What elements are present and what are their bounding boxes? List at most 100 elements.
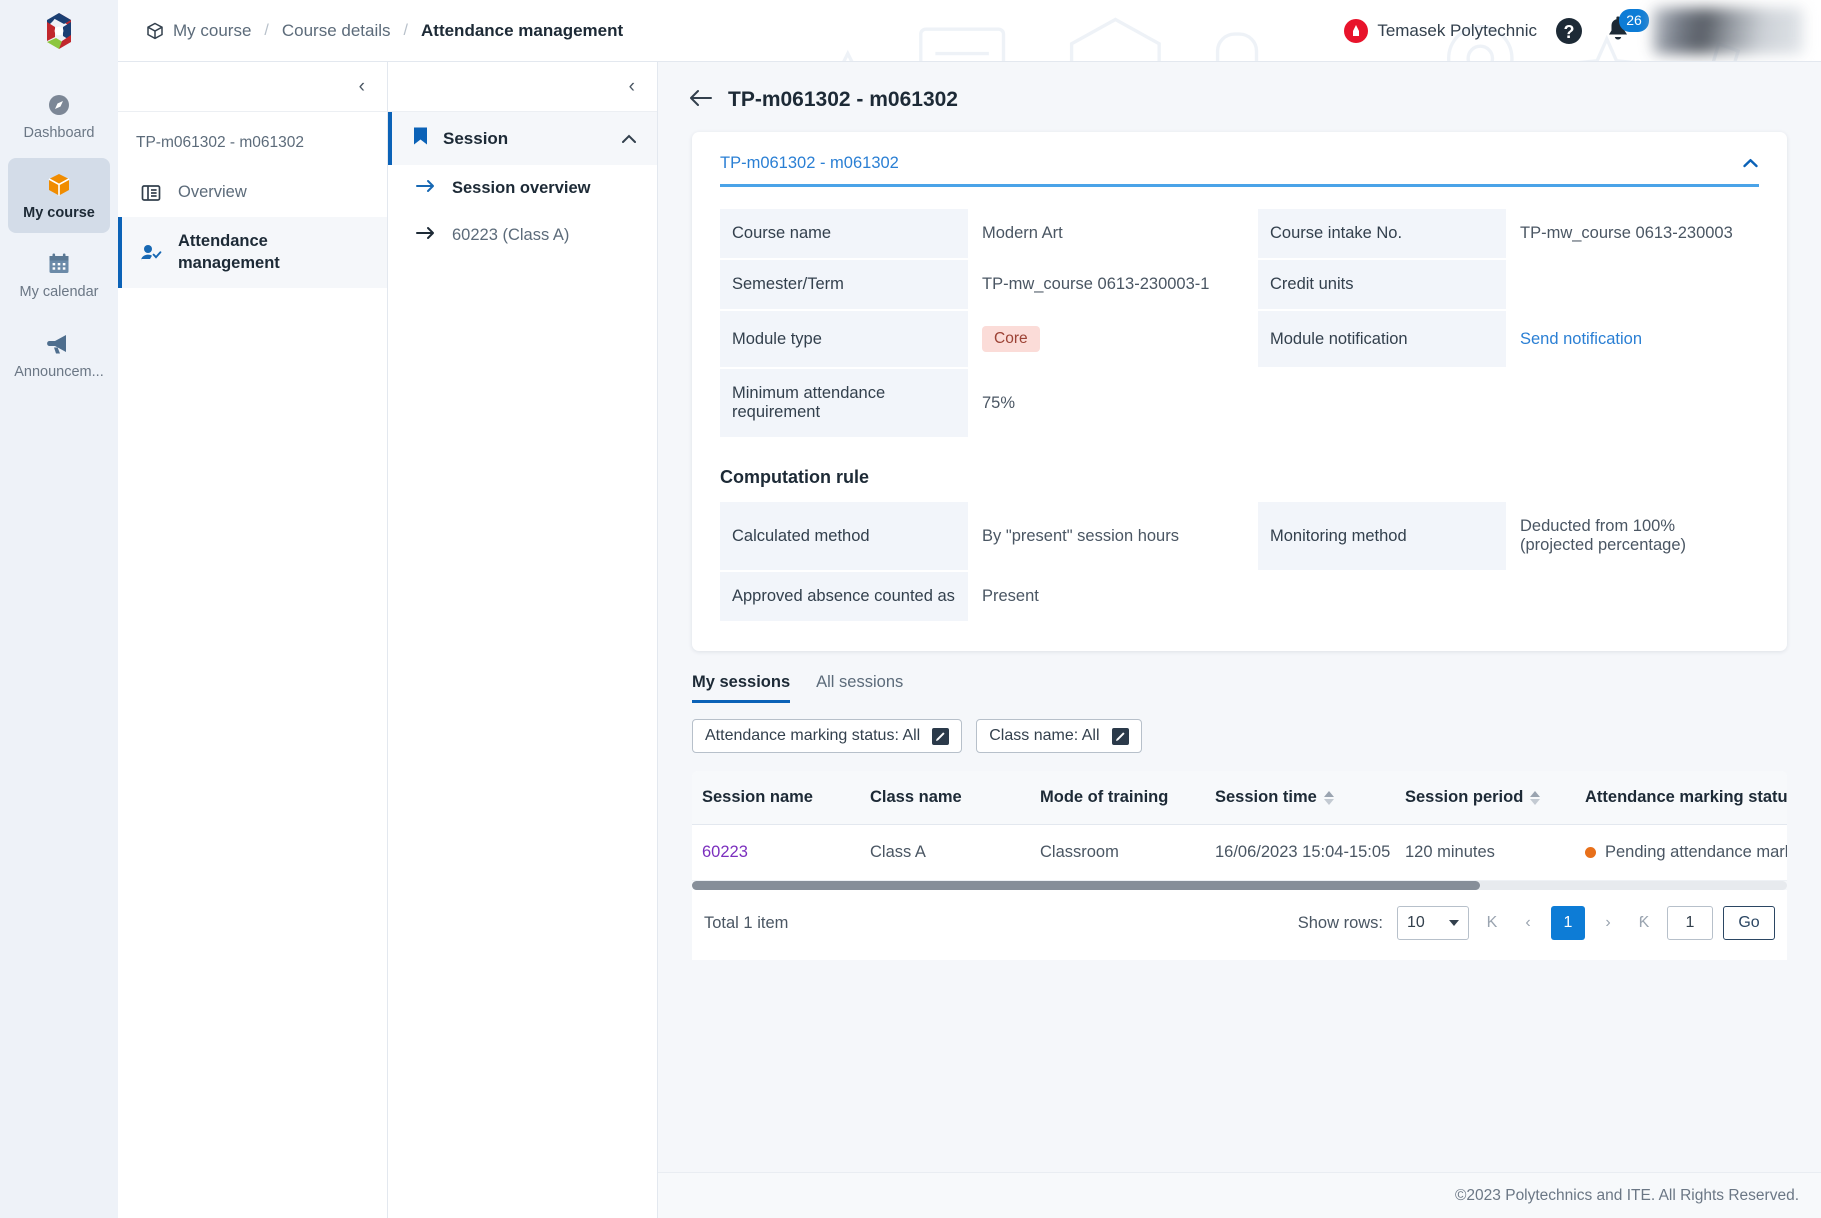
course-detail-grid: Course name Modern Art Course intake No.… (720, 209, 1759, 437)
notification-badge: 26 (1619, 8, 1649, 32)
pagination-controls: Show rows: 10 K ‹ 1 › Ƙ Go (1298, 906, 1775, 940)
breadcrumb-item-my-course[interactable]: My course (146, 21, 251, 41)
send-notification-link[interactable]: Send notification (1520, 330, 1642, 349)
detail-key: Semester/Term (720, 260, 968, 309)
sessions-table: Session name Class name Mode of training… (692, 771, 1787, 881)
scrollbar-thumb[interactable] (692, 881, 1481, 890)
column-header-session-name[interactable]: Session name (692, 771, 860, 825)
breadcrumb-separator: / (403, 22, 408, 39)
avatar[interactable] (1653, 7, 1803, 54)
last-page-button[interactable]: Ƙ (1631, 908, 1657, 938)
arrow-right-icon (416, 178, 436, 199)
filter-label: Class name: All (989, 727, 1100, 744)
column-label: Class name (870, 788, 962, 806)
edit-icon (932, 727, 950, 745)
page-title: TP-m061302 - m061302 (728, 88, 958, 111)
show-rows-label: Show rows: (1297, 913, 1383, 932)
course-panel-item-attendance-management[interactable]: Attendance management (118, 217, 387, 289)
go-button[interactable]: Go (1723, 906, 1775, 940)
computation-value: Deducted from 100% (projected percentage… (1520, 517, 1687, 554)
go-to-page-input[interactable] (1667, 906, 1713, 940)
session-panel-link-label: 60223 (Class A) (452, 226, 570, 244)
session-panel-link-session-overview[interactable]: Session overview (388, 165, 657, 212)
cell-mode-of-training: Classroom (1030, 824, 1205, 881)
sidebar-item-my-calendar[interactable]: My calendar (8, 237, 110, 313)
filter-class-name[interactable]: Class name: All (976, 719, 1142, 753)
computation-spacer (1258, 572, 1506, 621)
rows-per-page-select[interactable]: 10 (1397, 906, 1469, 940)
cube-icon (147, 22, 163, 40)
column-header-session-time[interactable]: Session time (1205, 771, 1395, 825)
course-panel-item-label: Overview (178, 183, 247, 201)
column-label: Session name (702, 788, 813, 806)
chevron-left-icon[interactable]: ‹ (629, 77, 635, 96)
sidebar-item-dashboard[interactable]: Dashboard (8, 78, 110, 154)
logo-cell[interactable] (0, 0, 118, 62)
chevron-up-icon[interactable] (1742, 156, 1759, 171)
column-header-mode-of-training[interactable]: Mode of training (1030, 771, 1205, 825)
detail-key: Credit units (1258, 260, 1506, 309)
first-page-button[interactable]: K (1479, 908, 1505, 938)
column-header-attendance-marking-status[interactable]: Attendance marking status (1575, 771, 1787, 825)
computation-rule-title: Computation rule (720, 467, 869, 487)
column-header-class-name[interactable]: Class name (860, 771, 1030, 825)
detail-value-wrap: Core (968, 311, 1258, 367)
page-button-1[interactable]: 1 (1551, 906, 1585, 940)
sort-icon[interactable] (1323, 790, 1334, 805)
session-panel: ‹ Session Session overview 60223 (Class … (388, 62, 658, 1218)
computation-rule-grid: Calculated method By "present" session h… (720, 502, 1759, 621)
tab-my-sessions[interactable]: My sessions (692, 673, 791, 703)
breadcrumb: My course / Course details / Attendance … (118, 0, 623, 62)
computation-key: Approved absence counted as (720, 572, 968, 621)
column-label: Session period (1405, 788, 1524, 806)
course-panel-header: ‹ (118, 62, 387, 112)
bookmark-icon (412, 126, 429, 151)
top-bar: Temasek Polytechnic ? 26 My course / Cou… (0, 0, 1821, 62)
organization: Temasek Polytechnic (1344, 18, 1537, 43)
cell-attendance-marking-status: Pending attendance marking (1575, 824, 1787, 881)
session-panel-group-label: Session (443, 128, 509, 148)
course-panel-item-label: Attendance management (178, 232, 280, 272)
cell-session-period: 120 minutes (1395, 824, 1575, 881)
calendar-icon (12, 249, 106, 279)
course-panel-item-overview[interactable]: Overview (118, 168, 387, 217)
card-tab-label[interactable]: TP-m061302 - m061302 (720, 154, 899, 173)
prev-page-button[interactable]: ‹ (1515, 908, 1541, 938)
sidebar-rail: Dashboard My course My calendar Announce… (0, 62, 118, 1218)
chevron-left-icon[interactable]: ‹ (359, 77, 365, 96)
module-type-badge: Core (982, 326, 1040, 352)
sort-icon[interactable] (1530, 790, 1541, 805)
course-detail-card: TP-m061302 - m061302 Course name Modern … (692, 132, 1787, 651)
chevron-up-icon[interactable] (621, 129, 637, 148)
detail-value: Modern Art (982, 224, 1063, 242)
computation-value: Present (982, 587, 1039, 605)
breadcrumb-item-course-details[interactable]: Course details (282, 21, 391, 41)
session-panel-link-60223[interactable]: 60223 (Class A) (388, 212, 657, 259)
detail-key: Module notification (1258, 311, 1506, 367)
table-row: 60223 Class A Classroom 16/06/2023 15:04… (692, 824, 1787, 881)
filter-label: Attendance marking status: All (705, 727, 921, 744)
org-logo-icon (1344, 18, 1369, 43)
help-icon[interactable]: ? (1553, 15, 1585, 47)
detail-value-wrap: Send notification (1506, 311, 1759, 367)
computation-spacer (1506, 572, 1759, 621)
copyright-text: ©2023 Polytechnics and ITE. All Rights R… (1455, 1186, 1799, 1204)
filter-attendance-marking-status[interactable]: Attendance marking status: All (692, 719, 963, 753)
cell-class-name: Class A (860, 824, 1030, 881)
org-name: Temasek Polytechnic (1377, 20, 1537, 40)
session-panel-group[interactable]: Session (388, 112, 657, 165)
next-page-button[interactable]: › (1595, 908, 1621, 938)
chevron-down-icon (1449, 920, 1459, 926)
notifications-button[interactable]: 26 (1601, 8, 1649, 48)
arrow-left-icon[interactable] (690, 89, 712, 111)
session-name-link[interactable]: 60223 (702, 843, 748, 861)
sidebar-item-announcements[interactable]: Announcem... (8, 317, 110, 393)
table-horizontal-scrollbar[interactable] (692, 881, 1787, 890)
detail-value: 75% (982, 393, 1016, 412)
tab-all-sessions[interactable]: All sessions (816, 673, 903, 703)
detail-value (1506, 260, 1759, 309)
sidebar-item-my-course[interactable]: My course (8, 157, 110, 234)
column-header-session-period[interactable]: Session period (1395, 771, 1575, 825)
detail-key: Course intake No. (1258, 209, 1506, 258)
session-panel-link-label: Session overview (452, 179, 591, 197)
